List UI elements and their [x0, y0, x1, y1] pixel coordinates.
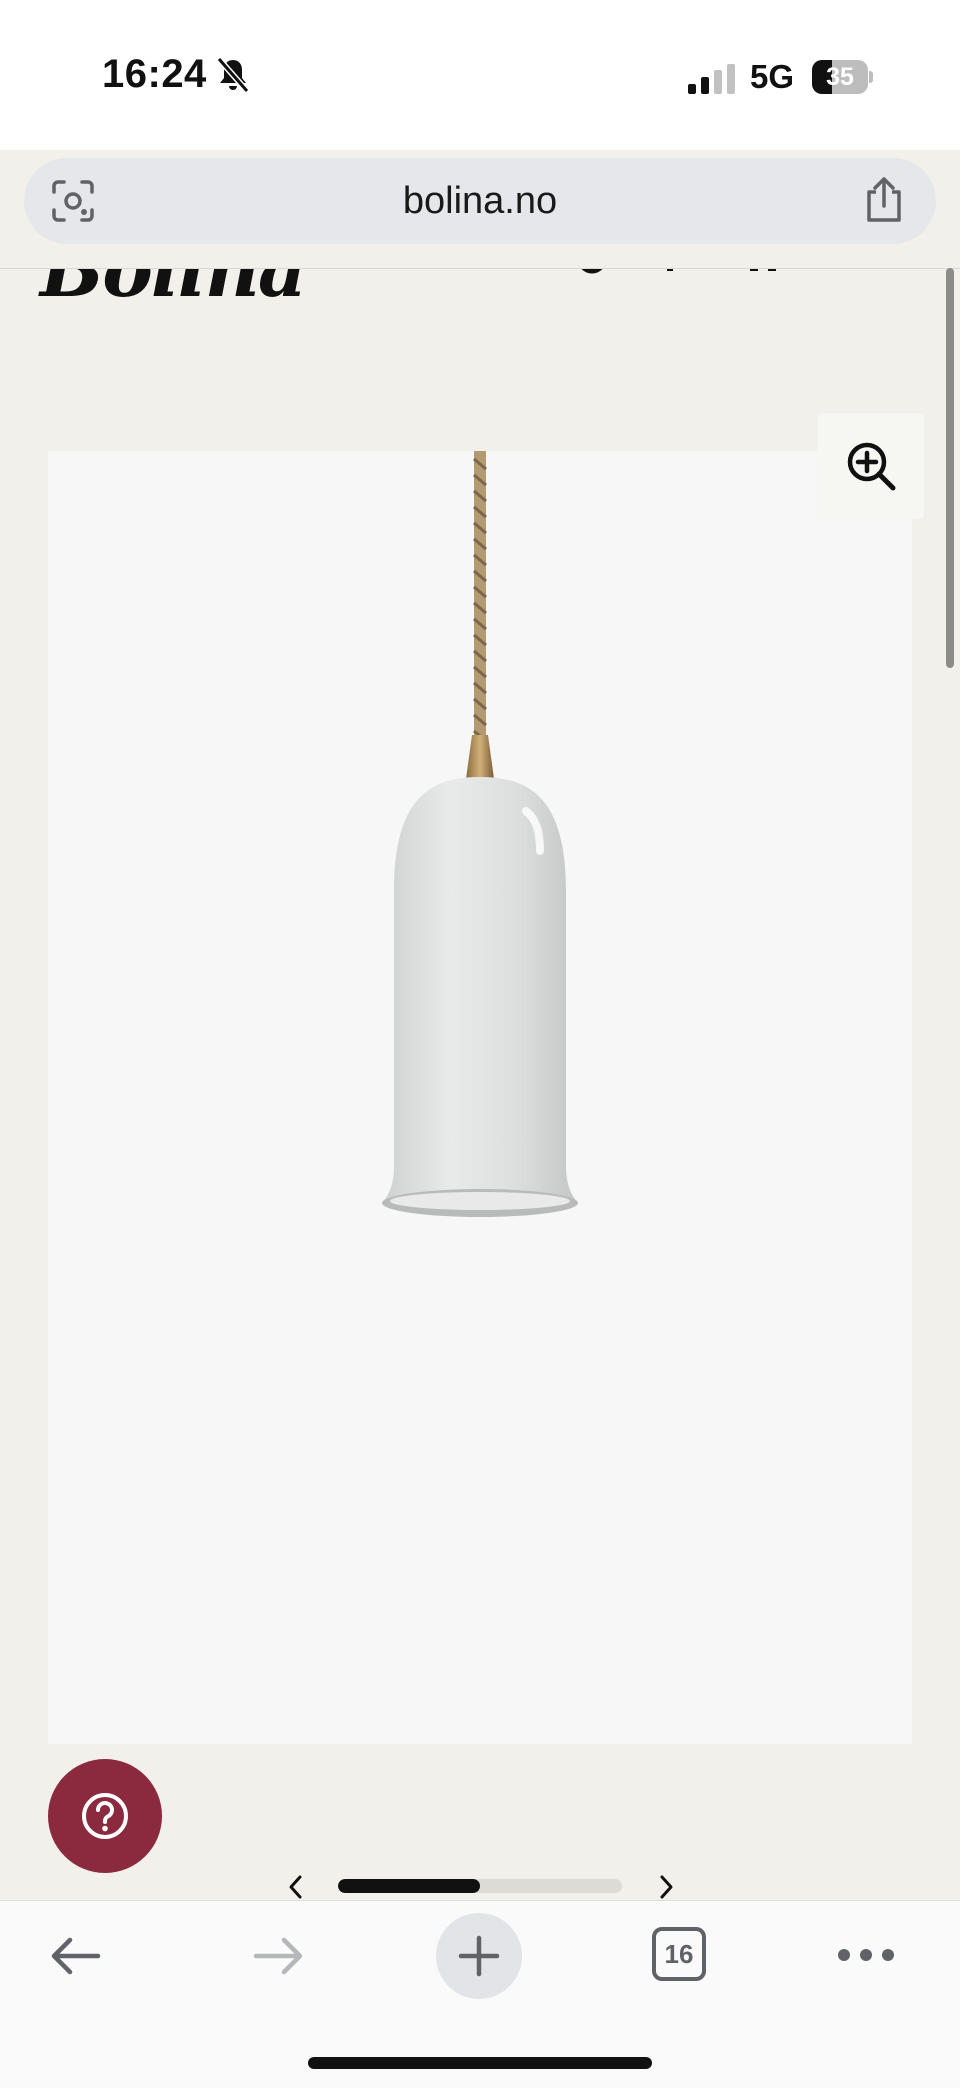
- page-scrollbar[interactable]: [946, 268, 954, 668]
- next-image-arrow[interactable]: [656, 1873, 676, 1901]
- tabs-icon[interactable]: 16: [652, 1927, 706, 1981]
- battery-level: 35: [826, 63, 854, 91]
- new-tab-button[interactable]: [436, 1913, 522, 1999]
- site-logo[interactable]: Bolina: [40, 269, 307, 314]
- zoom-button[interactable]: [818, 413, 924, 519]
- more-dots-icon[interactable]: [836, 1947, 896, 1963]
- home-indicator: [308, 2057, 652, 2069]
- status-time: 16:24: [102, 52, 207, 96]
- pendant-lamp-image: [382, 451, 578, 1217]
- bell-slash-icon: [216, 57, 250, 93]
- battery-icon: 35: [812, 60, 874, 94]
- browser-toolbar: 16: [0, 1900, 960, 2088]
- network-type: 5G: [750, 58, 795, 95]
- previous-image-arrow[interactable]: [286, 1873, 306, 1901]
- zoom-in-icon: [847, 442, 896, 491]
- gallery-progress-fill: [338, 1879, 480, 1893]
- back-arrow-icon[interactable]: [46, 1931, 106, 1981]
- forward-arrow-icon[interactable]: [248, 1931, 308, 1981]
- web-page: Bolina: [0, 268, 960, 1901]
- share-icon[interactable]: [862, 176, 906, 224]
- status-bar: 16:24 5G 35: [0, 0, 960, 150]
- plus-icon: [458, 1935, 500, 1977]
- cellular-signal-icon: [688, 64, 735, 94]
- gallery-progress-bar: [338, 1879, 622, 1893]
- help-button[interactable]: [48, 1759, 162, 1873]
- header-icons: [581, 269, 776, 274]
- url-text[interactable]: bolina.no: [24, 180, 936, 223]
- product-image[interactable]: [48, 451, 912, 1744]
- question-icon: [82, 1793, 128, 1839]
- address-bar[interactable]: bolina.no: [24, 158, 936, 244]
